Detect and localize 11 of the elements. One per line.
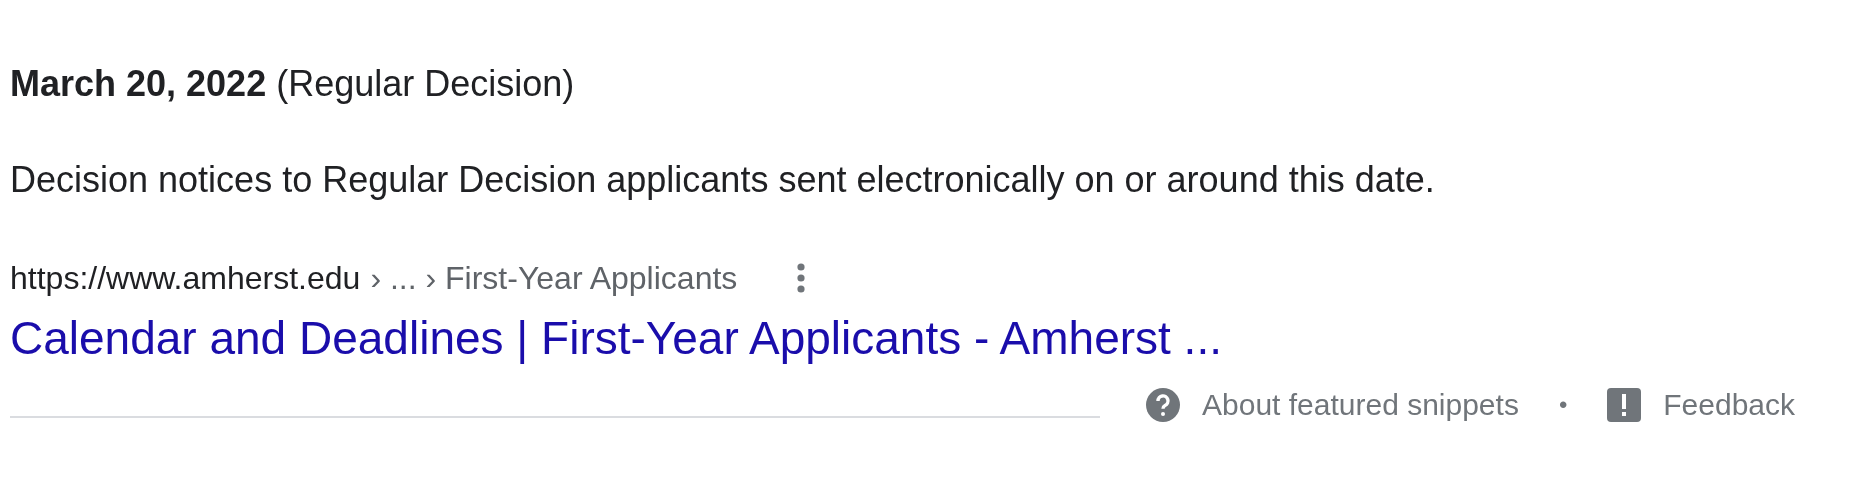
more-options-icon[interactable] bbox=[795, 262, 808, 294]
feedback-link[interactable]: Feedback bbox=[1663, 388, 1796, 422]
snippet-text: Decision notices to Regular Decision applicants sent electronically on or around this date. bbox=[10, 158, 1436, 202]
separator-dot: • bbox=[1558, 391, 1568, 419]
feedback-icon bbox=[1607, 388, 1642, 422]
source-url: https://www.amherst.edu bbox=[10, 259, 361, 297]
result-title-link[interactable]: Calendar and Deadlines | First-Year Applicants - Amherst ... bbox=[10, 310, 1870, 366]
help-icon bbox=[1146, 388, 1180, 422]
breadcrumb: › ... › First-Year Applicants bbox=[370, 259, 738, 297]
snippet-heading: March 20, 2022 (Regular Decision) bbox=[10, 62, 576, 106]
about-featured-snippets-link[interactable]: About featured snippets bbox=[1202, 388, 1519, 422]
